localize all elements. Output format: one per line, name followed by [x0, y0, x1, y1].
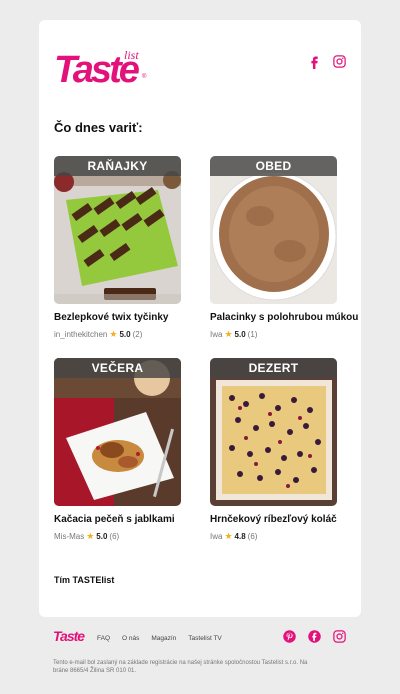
instagram-icon[interactable] [332, 629, 347, 644]
recipe-rating: 4.8 [234, 532, 246, 541]
recipe-author[interactable]: Iwa [210, 330, 222, 339]
recipe-card-dessert[interactable]: DEZERT Hrnčekový ríbezľový koláč Iwa ★ 4… [210, 358, 337, 542]
facebook-icon[interactable] [307, 54, 322, 69]
recipe-card-dinner[interactable]: VEČERA Kačacia pečeň s jablkami Mis-Mas … [54, 358, 181, 542]
recipe-rating: 5.0 [234, 330, 246, 339]
recipe-card-breakfast[interactable]: RAŇAJKY Bezlepkové twix tyčinky in_inthe… [54, 156, 181, 340]
category-tag: DEZERT [210, 358, 337, 378]
recipe-meta: Mis-Mas ★ 5.0 (6) [54, 531, 181, 542]
recipe-title[interactable]: Bezlepkové twix tyčinky [54, 312, 181, 323]
recipe-rating: 5.0 [96, 532, 108, 541]
recipe-meta: Iwa ★ 4.8 (6) [210, 531, 337, 542]
recipe-author[interactable]: in_inthekitchen [54, 330, 107, 339]
recipe-title[interactable]: Palacinky s polohrubou múkou [210, 312, 358, 323]
recipe-rating: 5.0 [119, 330, 131, 339]
signoff: Tím TASTElist [54, 575, 115, 585]
pinterest-icon[interactable] [282, 629, 297, 644]
star-icon: ★ [86, 531, 95, 541]
recipe-rating-count: (2) [132, 330, 143, 339]
recipe-author[interactable]: Mis-Mas [54, 532, 84, 541]
instagram-icon[interactable] [332, 54, 347, 69]
recipe-photo[interactable]: DEZERT [210, 358, 337, 506]
footer-link-faq[interactable]: FAQ [97, 635, 110, 642]
category-tag: RAŇAJKY [54, 156, 181, 176]
recipe-author[interactable]: Iwa [210, 532, 222, 541]
recipe-photo[interactable]: RAŇAJKY [54, 156, 181, 304]
category-tag: VEČERA [54, 358, 181, 378]
recipe-photo[interactable]: VEČERA [54, 358, 181, 506]
footer-logo[interactable]: Taste [53, 628, 85, 644]
star-icon: ★ [224, 531, 233, 541]
category-tag: OBED [210, 156, 337, 176]
footer-note: Tento e-mail bol zaslaný na základe regi… [53, 660, 308, 674]
facebook-icon[interactable] [307, 629, 322, 644]
tastelist-logo[interactable]: Taste list ® [54, 48, 146, 89]
star-icon: ★ [224, 329, 233, 339]
recipe-title[interactable]: Kačacia pečeň s jablkami [54, 514, 181, 525]
recipe-meta: in_inthekitchen ★ 5.0 (2) [54, 329, 181, 340]
footer-link-magazine[interactable]: Magazín [151, 635, 176, 642]
social-links-top [307, 54, 347, 69]
email-card: Taste list ® Čo dnes variť: RAŇAJKY Bezl… [39, 20, 361, 617]
recipe-meta: Iwa ★ 5.0 (1) [210, 329, 337, 340]
footer-link-about[interactable]: O nás [122, 635, 139, 642]
recipe-photo[interactable]: OBED [210, 156, 337, 304]
footer-nav: FAQ O nás Magazín Tastelist TV [97, 635, 222, 642]
footer-link-tv[interactable]: Tastelist TV [188, 635, 221, 642]
social-links-bottom [282, 629, 347, 644]
section-heading: Čo dnes variť: [54, 120, 143, 135]
star-icon: ★ [109, 329, 118, 339]
recipe-rating-count: (6) [109, 532, 120, 541]
recipe-card-lunch[interactable]: OBED Palacinky s polohrubou múkou Iwa ★ … [210, 156, 358, 340]
recipe-rating-count: (1) [247, 330, 258, 339]
recipe-title[interactable]: Hrnčekový ríbezľový koláč [210, 514, 337, 525]
recipe-rating-count: (6) [247, 532, 258, 541]
